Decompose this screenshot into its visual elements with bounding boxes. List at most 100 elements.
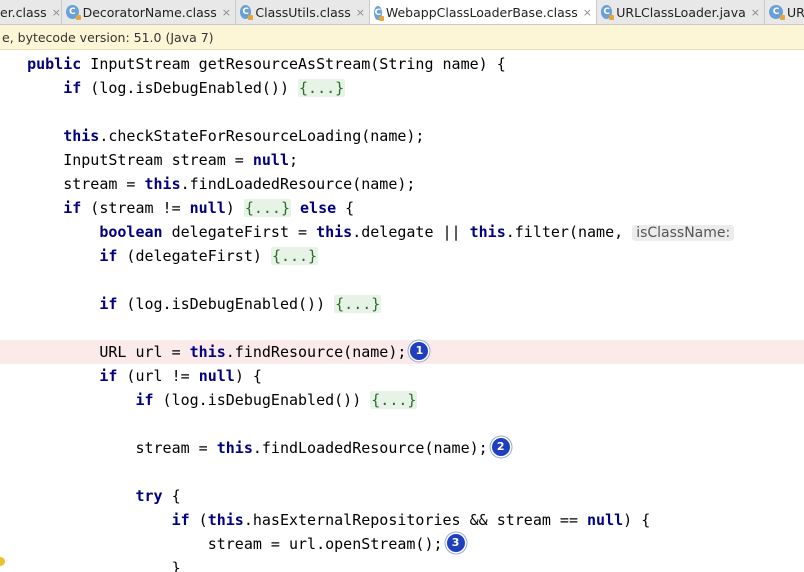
code-text: delegateFirst =	[162, 223, 317, 241]
tab-ur[interactable]: C UR	[765, 0, 804, 24]
code-text: ) {	[623, 511, 651, 529]
keyword: if	[99, 295, 118, 313]
keyword: this	[216, 439, 253, 457]
info-bar-text: e, bytecode version: 51.0 (Java 7)	[2, 29, 214, 45]
code-text: URL url =	[99, 343, 190, 361]
parameter-hint: isClassName:	[632, 225, 735, 241]
code-line: if (delegateFirst) {...}	[0, 244, 804, 268]
code-text: ;	[289, 151, 299, 169]
folded-block[interactable]: {...}	[298, 79, 346, 97]
code-text: .hasExternalRepositories && stream ==	[243, 511, 588, 529]
keyword: if	[63, 79, 82, 97]
folded-block[interactable]: {...}	[270, 247, 319, 265]
close-icon[interactable]: ×	[751, 6, 760, 19]
keyword: this	[189, 343, 226, 361]
code-text: .filter(name,	[505, 223, 633, 241]
code-text: (url !=	[117, 367, 199, 385]
keyword: this	[469, 223, 506, 241]
close-icon[interactable]: ×	[52, 6, 61, 19]
code-text: .delegate ||	[352, 223, 470, 241]
tab-label: WebappClassLoaderBase.class	[385, 5, 578, 20]
tab-webappclassloaderbase-class[interactable]: C WebappClassLoaderBase.class ×	[370, 0, 597, 24]
keyword: if	[171, 511, 190, 529]
code-line: InputStream stream = null;	[0, 148, 804, 172]
code-text: .findLoadedResource(name);	[180, 175, 416, 193]
keyword: null	[189, 199, 226, 217]
code-text: {	[162, 487, 181, 505]
editor-tab-bar: er.class × C DecoratorName.class × C Cla…	[0, 0, 804, 25]
keyword: null	[587, 511, 624, 529]
step-badge-3: 3	[446, 533, 465, 552]
tab-label: UR	[787, 4, 804, 20]
folded-block[interactable]: {...}	[334, 295, 382, 313]
code-line: this.checkStateForResourceLoading(name);	[0, 124, 804, 148]
code-line: if (log.isDebugEnabled()) {...}	[0, 388, 804, 412]
class-icon: C	[240, 5, 254, 20]
code-line: if (url != null) {	[0, 364, 804, 388]
keyword: if	[99, 367, 118, 385]
code-line: boolean delegateFirst = this.delegate ||…	[0, 220, 804, 244]
code-text: .findResource(name);	[225, 343, 407, 361]
code-text: (delegateFirst)	[117, 247, 271, 265]
decompiled-info-bar: e, bytecode version: 51.0 (Java 7)	[0, 25, 804, 50]
code-text: .checkStateForResourceLoading(name);	[99, 127, 425, 145]
keyword: public	[27, 55, 82, 73]
code-text: (	[189, 511, 208, 529]
keyword: null	[198, 367, 235, 385]
code-text: stream = url.openStream();	[207, 535, 443, 553]
code-text: stream =	[63, 175, 145, 193]
keyword: else	[300, 199, 337, 217]
code-text: }	[171, 559, 181, 572]
tab-label: URLClassLoader.java	[616, 4, 746, 20]
tab-label: ClassUtils.class	[255, 4, 351, 20]
keyword: this	[63, 127, 100, 145]
code-line: stream = this.findLoadedResource(name);	[0, 172, 804, 196]
tab-label: DecoratorName.class	[82, 4, 217, 20]
keyword: boolean	[99, 223, 163, 241]
tab-decoratorname-class[interactable]: C DecoratorName.class ×	[62, 0, 236, 24]
tab-er-class[interactable]: er.class ×	[0, 0, 62, 24]
code-line: if (log.isDebugEnabled()) {...}	[0, 292, 804, 316]
step-badge-1: 1	[410, 341, 429, 360]
keyword: if	[135, 391, 154, 409]
close-icon[interactable]: ×	[356, 6, 365, 19]
code-line: if (this.hasExternalRepositories && stre…	[0, 508, 804, 532]
code-line: if (stream != null) {...} else {	[0, 196, 804, 220]
keyword: try	[135, 487, 163, 505]
folded-block[interactable]: {...}	[243, 199, 291, 217]
code-line: public InputStream getResourceAsStream(S…	[0, 52, 804, 76]
code-text: (stream !=	[81, 199, 190, 217]
tab-urlclassloader-java[interactable]: C URLClassLoader.java ×	[597, 0, 765, 24]
code-text: {	[336, 199, 355, 217]
code-line: try {	[0, 484, 804, 508]
keyword: null	[252, 151, 289, 169]
code-text: .findLoadedResource(name);	[252, 439, 488, 457]
close-icon[interactable]: ×	[222, 6, 231, 19]
keyword: if	[99, 247, 118, 265]
code-text: (log.isDebugEnabled())	[81, 79, 299, 97]
tab-label: er.class	[0, 4, 47, 20]
code-text: (log.isDebugEnabled())	[153, 391, 371, 409]
keyword: this	[316, 223, 353, 241]
code-text: InputStream stream =	[63, 151, 253, 169]
code-line-highlighted: URL url = this.findResource(name); 1	[0, 340, 804, 364]
close-icon[interactable]: ×	[583, 6, 592, 19]
keyword: this	[207, 511, 244, 529]
code-text: )	[225, 199, 244, 217]
keyword: this	[144, 175, 181, 193]
code-line: stream = url.openStream(); 3	[0, 532, 804, 556]
folded-block[interactable]: {...}	[370, 391, 418, 409]
code-line: }	[0, 556, 804, 572]
code-editor[interactable]: public InputStream getResourceAsStream(S…	[0, 51, 804, 572]
class-icon: C	[769, 5, 785, 20]
code-text: ) {	[234, 367, 262, 385]
code-text: (log.isDebugEnabled())	[117, 295, 335, 313]
code-text: stream =	[135, 439, 217, 457]
code-line: stream = this.findLoadedResource(name); 2	[0, 436, 804, 460]
tab-classutils-class[interactable]: C ClassUtils.class ×	[236, 0, 370, 24]
code-text: InputStream getResourceAsStream(String n…	[81, 55, 506, 73]
class-icon: C	[601, 5, 615, 20]
code-line: if (log.isDebugEnabled()) {...}	[0, 76, 804, 100]
class-icon: C	[374, 5, 384, 21]
